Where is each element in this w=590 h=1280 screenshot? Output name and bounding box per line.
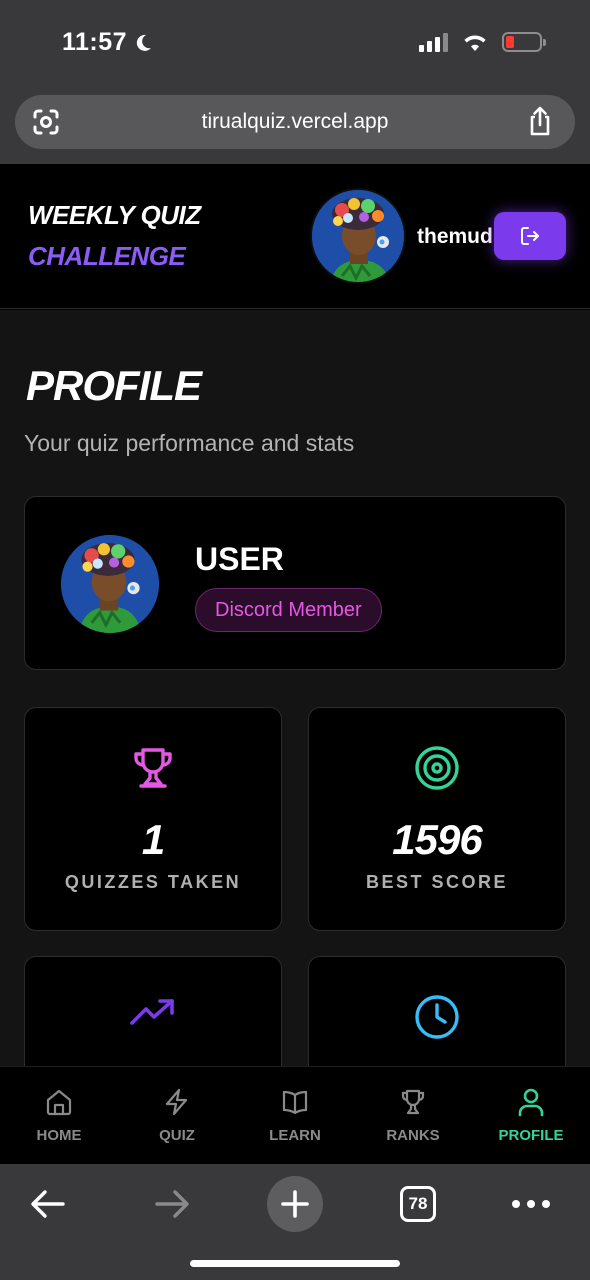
nav-item-learn[interactable]: LEARN [236, 1067, 354, 1164]
stat-card-trend [24, 956, 282, 1066]
nav-label: RANKS [386, 1127, 440, 1144]
back-button[interactable] [20, 1176, 76, 1232]
target-icon [415, 746, 459, 790]
trophy-icon [134, 748, 172, 788]
stat-value: 1 [141, 816, 165, 863]
status-time: 11:57 [62, 28, 153, 57]
stat-label: BEST SCORE [365, 872, 509, 892]
page-subtitle: Your quiz performance and stats [24, 430, 355, 456]
tab-count: 78 [400, 1186, 436, 1222]
nav-label: HOME [36, 1127, 82, 1144]
brand-title-line1[interactable]: WEEKLY QUIZ [28, 200, 201, 231]
browser-url-area: tirualquiz.vercel.app [0, 88, 590, 164]
browser-toolbar: 78 [0, 1164, 590, 1280]
avatar-image [312, 190, 404, 282]
home-icon [46, 1089, 72, 1116]
home-indicator [190, 1260, 400, 1267]
stat-label: QUIZZES TAKEN [64, 872, 242, 892]
profile-card: USER Discord Member [24, 496, 566, 670]
page-title: PROFILE [26, 362, 202, 409]
status-badge: Discord Member [195, 588, 382, 632]
nav-label: LEARN [269, 1127, 321, 1144]
book-icon [282, 1090, 308, 1115]
brand-title-line2[interactable]: CHALLENGE [28, 241, 186, 272]
stat-card-quizzes-taken: 1 QUIZZES TAKEN [24, 707, 282, 931]
plus-icon [281, 1190, 309, 1218]
main-content[interactable]: PROFILE Your quiz performance and stats [0, 310, 590, 1066]
trophy-icon [401, 1089, 425, 1115]
trending-up-icon [130, 999, 174, 1025]
nav-item-ranks[interactable]: RANKS [354, 1067, 472, 1164]
nav-item-profile[interactable]: PROFILE [472, 1067, 590, 1164]
clock-icon [415, 995, 459, 1039]
share-icon[interactable] [525, 105, 555, 137]
nav-item-quiz[interactable]: QUIZ [118, 1067, 236, 1164]
wifi-icon [464, 35, 486, 51]
new-tab-button[interactable] [267, 1176, 323, 1232]
app-header: WEEKLY QUIZ CHALLENGE themud [0, 164, 590, 309]
url-bar[interactable]: tirualquiz.vercel.app [15, 95, 575, 149]
status-bar: 11:57 [0, 0, 590, 88]
back-arrow-icon [31, 1190, 65, 1218]
stat-card-best-score: 1596 BEST SCORE [308, 707, 566, 931]
time-text: 11:57 [62, 28, 128, 56]
profile-name: USER [195, 541, 284, 577]
battery-icon [502, 32, 546, 52]
user-icon [518, 1088, 544, 1117]
lightning-icon [165, 1088, 188, 1116]
username: themud [417, 225, 493, 248]
status-indicators [419, 32, 546, 52]
avatar[interactable] [310, 188, 406, 284]
moon-icon [136, 34, 152, 51]
avatar [61, 535, 159, 633]
logout-button[interactable] [494, 212, 566, 260]
forward-arrow-icon [155, 1190, 189, 1218]
bottom-navigation: HOME QUIZ LEARN RANKS PROFILE [0, 1066, 590, 1164]
tabs-button[interactable]: 78 [390, 1176, 446, 1232]
url-text[interactable]: tirualquiz.vercel.app [15, 110, 575, 134]
nav-label: QUIZ [159, 1127, 195, 1144]
more-icon [512, 1200, 550, 1208]
logout-icon [521, 227, 539, 245]
stat-card-time [308, 956, 566, 1066]
stat-value: 1596 [392, 816, 482, 863]
forward-button[interactable] [144, 1176, 200, 1232]
more-menu-button[interactable] [503, 1176, 559, 1232]
avatar-image [61, 535, 159, 633]
nav-item-home[interactable]: HOME [0, 1067, 118, 1164]
nav-label: PROFILE [498, 1127, 564, 1144]
cellular-signal-icon [419, 32, 448, 52]
